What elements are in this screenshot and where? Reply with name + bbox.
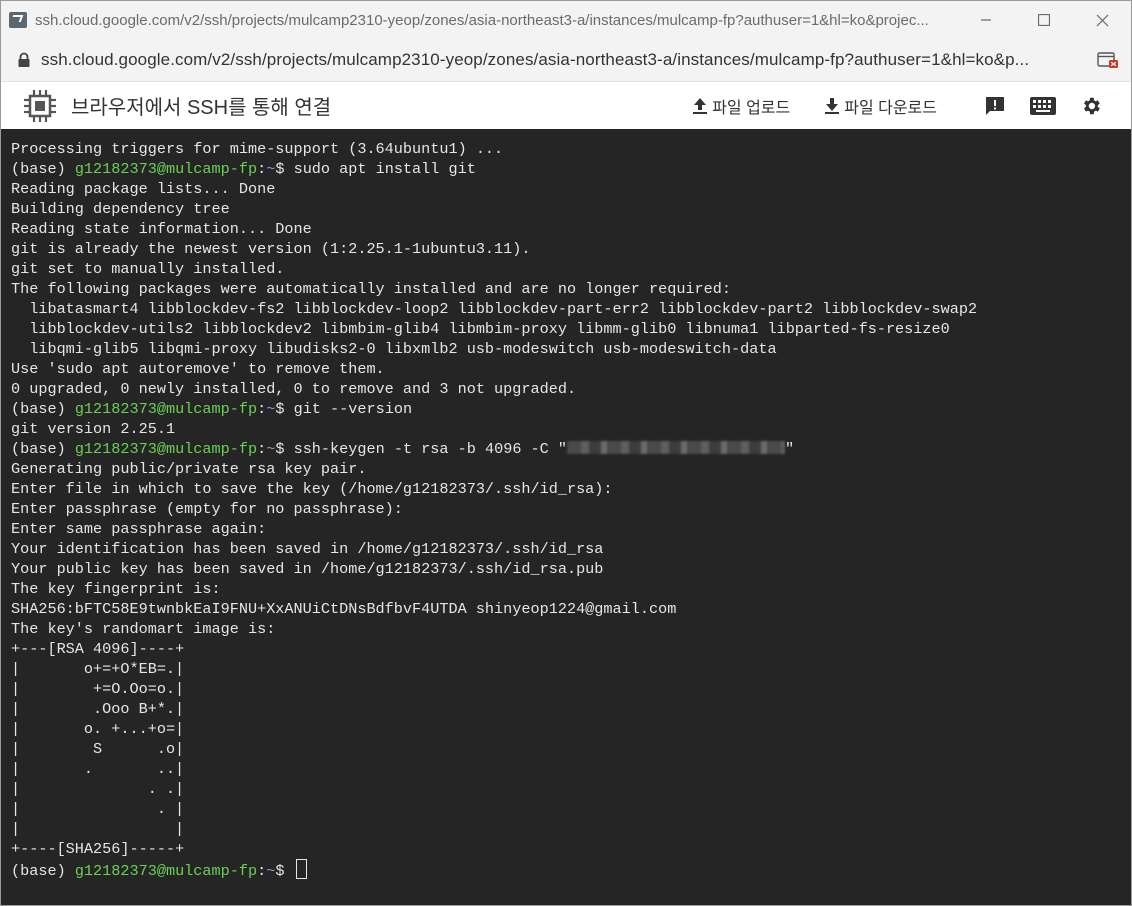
chip-icon bbox=[24, 89, 56, 122]
upload-label: 파일 업로드 bbox=[712, 99, 791, 117]
window-controls bbox=[957, 1, 1131, 39]
prompt-user: g12182373@mulcamp-fp bbox=[74, 400, 258, 418]
terminal-output-line: Processing triggers for mime-support (3.… bbox=[11, 140, 504, 158]
terminal-output-line: libqmi-glib5 libqmi-proxy libudisks2-0 l… bbox=[11, 340, 777, 358]
prompt-separator: : bbox=[257, 160, 267, 178]
terminal-output-line: | S .o| bbox=[11, 740, 185, 758]
prompt-user: g12182373@mulcamp-fp bbox=[74, 862, 258, 880]
terminal-prompt-line: (base) g12182373@mulcamp-fp:~$ bbox=[11, 859, 1131, 880]
terminal-output-line: The following packages were automaticall… bbox=[11, 280, 732, 298]
command-text-end: " bbox=[785, 440, 795, 458]
prompt-env: (base) bbox=[11, 440, 75, 458]
terminal-prompt-line: (base) g12182373@mulcamp-fp:~$ ssh-keyge… bbox=[11, 439, 1131, 459]
terminal-output-line: | o. +...+o=| bbox=[11, 720, 185, 738]
prompt-symbol: $ bbox=[275, 400, 294, 418]
terminal-output-line: libatasmart4 libblockdev-fs2 libblockdev… bbox=[11, 300, 978, 318]
terminal-output-line: Building dependency tree bbox=[11, 200, 230, 218]
terminal[interactable]: Processing triggers for mime-support (3.… bbox=[1, 129, 1131, 905]
keyboard-icon bbox=[1030, 96, 1056, 115]
maximize-button[interactable] bbox=[1015, 1, 1073, 39]
terminal-prompt-line: (base) g12182373@mulcamp-fp:~$ git --ver… bbox=[11, 399, 1131, 419]
terminal-prompt-line: (base) g12182373@mulcamp-fp:~$ sudo apt … bbox=[11, 159, 1131, 179]
prompt-path: ~ bbox=[266, 440, 276, 458]
terminal-output-line: Reading package lists... Done bbox=[11, 180, 276, 198]
terminal-output-line: Reading state information... Done bbox=[11, 220, 312, 238]
prompt-separator: : bbox=[257, 440, 267, 458]
terminal-output-line: git version 2.25.1 bbox=[11, 420, 176, 438]
ssh-app-icon bbox=[9, 12, 27, 28]
terminal-output-line: libblockdev-utils2 libblockdev2 libmbim-… bbox=[11, 320, 950, 338]
title-bar: ssh.cloud.google.com/v2/ssh/projects/mul… bbox=[1, 1, 1131, 39]
terminal-output-line: | . .| bbox=[11, 780, 185, 798]
prompt-env: (base) bbox=[11, 160, 75, 178]
maximize-icon bbox=[1038, 14, 1050, 26]
terminal-output-line: Enter file in which to save the key (/ho… bbox=[11, 480, 613, 498]
terminal-output-line: git set to manually installed. bbox=[11, 260, 285, 278]
close-icon bbox=[1096, 14, 1108, 26]
terminal-output-line: | | bbox=[11, 820, 185, 838]
popup-blocked-icon[interactable] bbox=[1097, 51, 1119, 69]
terminal-output-line: Generating public/private rsa key pair. bbox=[11, 460, 367, 478]
prompt-env: (base) bbox=[11, 400, 75, 418]
minimize-button[interactable] bbox=[957, 1, 1015, 39]
prompt-symbol: $ bbox=[275, 440, 294, 458]
terminal-output-line: Your public key has been saved in /home/… bbox=[11, 560, 604, 578]
terminal-cursor bbox=[295, 859, 307, 879]
terminal-output-line: 0 upgraded, 0 newly installed, 0 to remo… bbox=[11, 380, 577, 398]
prompt-env: (base) bbox=[11, 862, 75, 880]
terminal-output-line: The key fingerprint is: bbox=[11, 580, 221, 598]
command-text: git --version bbox=[293, 400, 413, 418]
address-bar[interactable]: ssh.cloud.google.com/v2/ssh/projects/mul… bbox=[1, 39, 1131, 82]
terminal-output-line: Your identification has been saved in /h… bbox=[11, 540, 604, 558]
terminal-output-line: +----[SHA256]-----+ bbox=[11, 840, 185, 858]
prompt-symbol: $ bbox=[275, 862, 294, 880]
terminal-output-line: git is already the newest version (1:2.2… bbox=[11, 240, 531, 258]
terminal-output-line: SHA256:bFTC58E9twnbkEaI9FNU+XxANUiCtDNsB… bbox=[11, 600, 677, 618]
feedback-icon bbox=[986, 96, 1004, 115]
prompt-path: ~ bbox=[266, 400, 276, 418]
feedback-button[interactable] bbox=[971, 83, 1019, 129]
download-icon bbox=[825, 97, 840, 114]
download-label: 파일 다운로드 bbox=[844, 99, 937, 117]
lock-icon[interactable] bbox=[17, 52, 31, 68]
settings-button[interactable] bbox=[1067, 83, 1115, 129]
upload-file-button[interactable]: 파일 업로드 bbox=[692, 94, 790, 118]
upload-icon bbox=[693, 97, 708, 114]
command-text: sudo apt install git bbox=[293, 160, 476, 178]
prompt-path: ~ bbox=[266, 160, 276, 178]
terminal-output-line: | +=O.Oo=o.| bbox=[11, 680, 185, 698]
settings-icon bbox=[1084, 97, 1100, 114]
terminal-output-line: | .Ooo B+*.| bbox=[11, 700, 185, 718]
command-text: ssh-keygen -t rsa -b 4096 -C " bbox=[293, 440, 567, 458]
download-file-button[interactable]: 파일 다운로드 bbox=[824, 94, 937, 118]
redacted-email bbox=[567, 441, 785, 454]
prompt-symbol: $ bbox=[275, 160, 294, 178]
terminal-output-line: | o+=+O*EB=.| bbox=[11, 660, 185, 678]
prompt-separator: : bbox=[257, 862, 267, 880]
terminal-output-line: The key's randomart image is: bbox=[11, 620, 276, 638]
terminal-output-line: | . | bbox=[11, 800, 185, 818]
browser-window: ssh.cloud.google.com/v2/ssh/projects/mul… bbox=[0, 0, 1132, 906]
prompt-user: g12182373@mulcamp-fp bbox=[74, 440, 258, 458]
close-button[interactable] bbox=[1073, 1, 1131, 39]
minimize-icon bbox=[981, 19, 991, 21]
terminal-output-line: Use 'sudo apt autoremove' to remove them… bbox=[11, 360, 385, 378]
window-title: ssh.cloud.google.com/v2/ssh/projects/mul… bbox=[35, 11, 929, 29]
appbar-actions: 파일 업로드 파일 다운로드 bbox=[692, 83, 1131, 129]
terminal-output-line: Enter passphrase (empty for no passphras… bbox=[11, 500, 403, 518]
keyboard-button[interactable] bbox=[1019, 83, 1067, 129]
ssh-app-bar: 브라우저에서 SSH를 통해 연결 파일 업로드 파일 다운로드 bbox=[1, 82, 1131, 130]
terminal-output-line: Enter same passphrase again: bbox=[11, 520, 267, 538]
terminal-output-line: +---[RSA 4096]----+ bbox=[11, 640, 185, 658]
prompt-separator: : bbox=[257, 400, 267, 418]
prompt-path: ~ bbox=[266, 862, 276, 880]
app-title: 브라우저에서 SSH를 통해 연결 bbox=[71, 97, 332, 119]
url-text[interactable]: ssh.cloud.google.com/v2/ssh/projects/mul… bbox=[41, 50, 1085, 70]
terminal-output-line: | . ..| bbox=[11, 760, 185, 778]
prompt-user: g12182373@mulcamp-fp bbox=[74, 160, 258, 178]
